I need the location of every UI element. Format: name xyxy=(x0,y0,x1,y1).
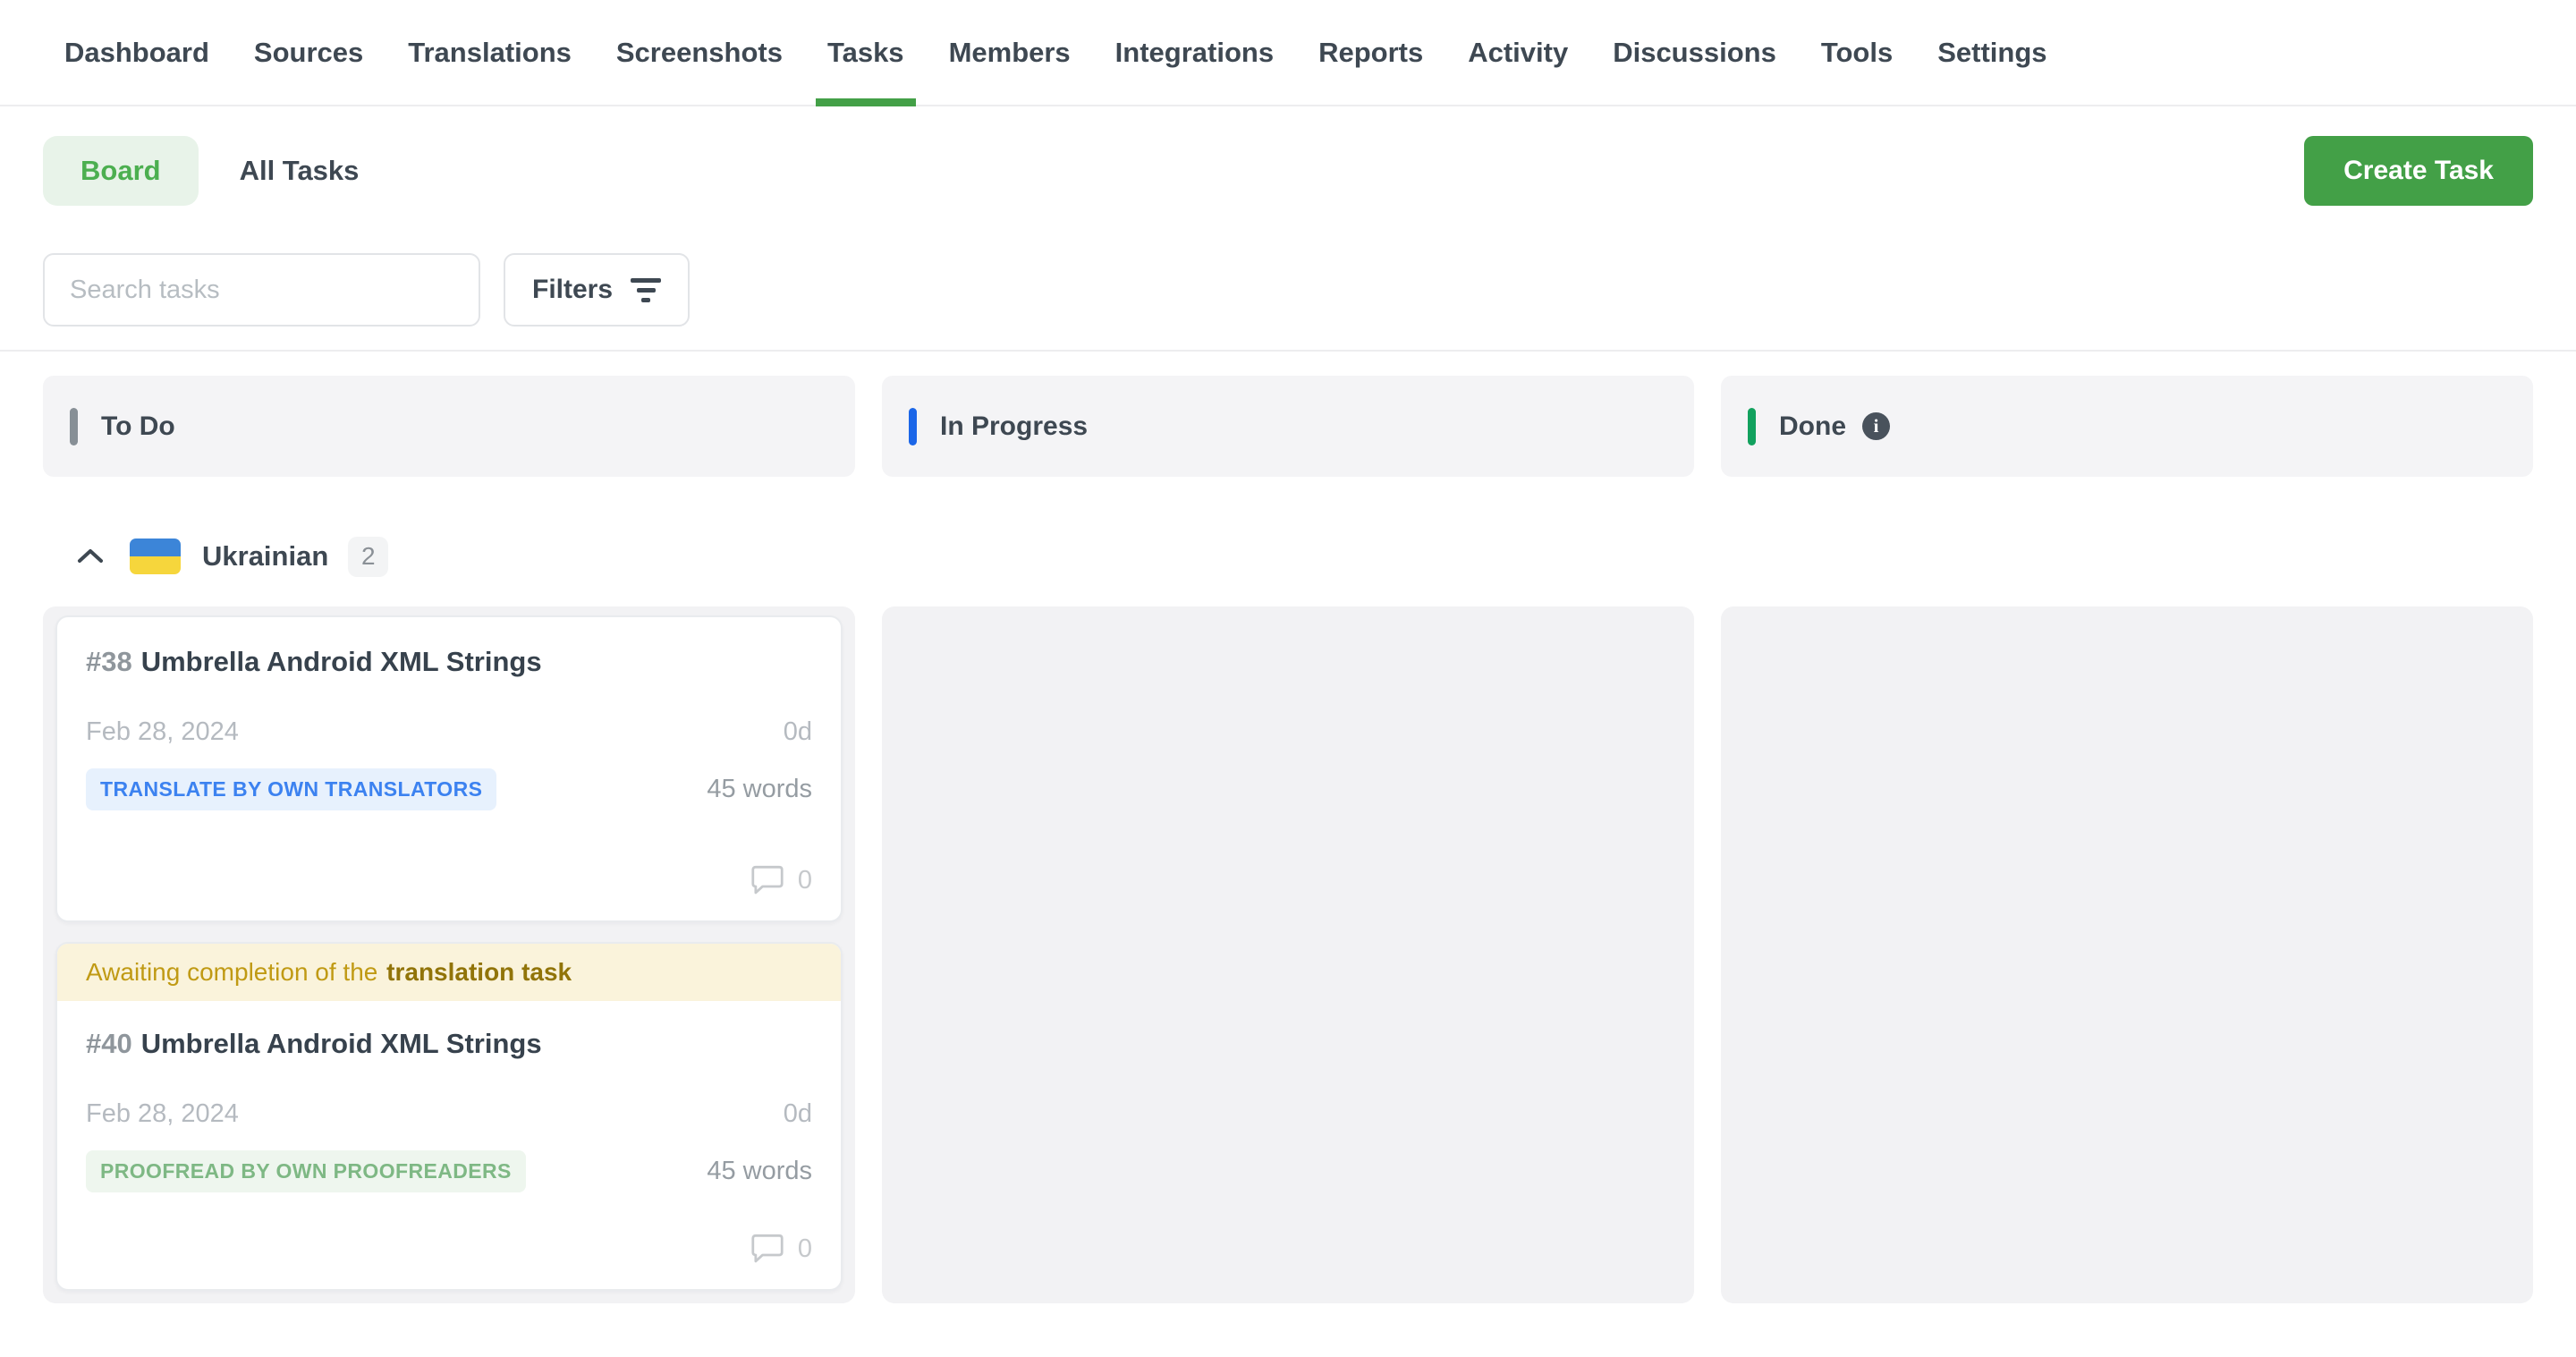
nav-item-tasks[interactable]: Tasks xyxy=(827,0,904,105)
column-title: In Progress xyxy=(940,411,1088,442)
task-count-badge: 2 xyxy=(348,537,388,577)
nav-item-settings[interactable]: Settings xyxy=(1937,0,2046,105)
filters-button[interactable]: Filters xyxy=(504,253,690,327)
nav-item-dashboard[interactable]: Dashboard xyxy=(64,0,209,105)
nav-item-translations[interactable]: Translations xyxy=(408,0,572,105)
view-tabs-row: Board All Tasks Create Task xyxy=(43,136,2533,206)
task-badge-row: TRANSLATE BY OWN TRANSLATORS 45 words xyxy=(86,768,812,810)
task-footer: 0 xyxy=(86,1234,812,1264)
filters-label: Filters xyxy=(532,275,613,305)
tab-board[interactable]: Board xyxy=(43,136,199,206)
comment-count: 0 xyxy=(798,866,812,895)
task-id: #40 xyxy=(86,1028,132,1059)
task-title-row: #38 Umbrella Android XML Strings xyxy=(86,644,812,680)
task-title: Umbrella Android XML Strings xyxy=(141,646,542,677)
info-icon[interactable]: i xyxy=(1862,412,1890,440)
task-date: Feb 28, 2024 xyxy=(86,1099,239,1129)
column-title: To Do xyxy=(101,411,175,442)
task-card[interactable]: Awaiting completion of the translation t… xyxy=(55,942,843,1291)
task-word-count: 45 words xyxy=(707,775,812,804)
workflow-step-badge: PROOFREAD BY OWN PROOFREADERS xyxy=(86,1150,526,1192)
nav-item-activity[interactable]: Activity xyxy=(1468,0,1568,105)
task-footer: 0 xyxy=(86,865,812,895)
column-header-done: Done i xyxy=(1721,376,2533,477)
top-nav: Dashboard Sources Translations Screensho… xyxy=(0,0,2576,106)
toolbar-divider xyxy=(0,350,2576,352)
task-meta-row: Feb 28, 2024 0d xyxy=(86,1099,812,1129)
column-done xyxy=(1721,606,2533,1303)
column-in-progress xyxy=(882,606,1694,1303)
nav-item-screenshots[interactable]: Screenshots xyxy=(616,0,783,105)
board-column-headers: To Do In Progress Done i xyxy=(43,376,2533,477)
task-badge-row: PROOFREAD BY OWN PROOFREADERS 45 words xyxy=(86,1150,812,1192)
create-task-button[interactable]: Create Task xyxy=(2304,136,2533,206)
notice-text: Awaiting completion of the xyxy=(86,958,377,987)
column-todo: #38 Umbrella Android XML Strings Feb 28, … xyxy=(43,606,855,1303)
filters-row: Filters xyxy=(43,253,2533,327)
filter-icon xyxy=(631,278,661,302)
task-time-left: 0d xyxy=(784,717,812,747)
nav-item-sources[interactable]: Sources xyxy=(254,0,363,105)
in-progress-status-bar-icon xyxy=(909,408,917,445)
task-word-count: 45 words xyxy=(707,1157,812,1186)
task-card[interactable]: #38 Umbrella Android XML Strings Feb 28, … xyxy=(55,615,843,922)
task-time-left: 0d xyxy=(784,1099,812,1129)
notice-task-link[interactable]: translation task xyxy=(386,958,572,987)
task-title: Umbrella Android XML Strings xyxy=(141,1028,542,1059)
task-meta-row: Feb 28, 2024 0d xyxy=(86,717,812,747)
comment-count: 0 xyxy=(798,1234,812,1264)
nav-item-reports[interactable]: Reports xyxy=(1318,0,1423,105)
done-status-bar-icon xyxy=(1748,408,1756,445)
nav-item-discussions[interactable]: Discussions xyxy=(1613,0,1776,105)
nav-item-tools[interactable]: Tools xyxy=(1821,0,1893,105)
comment-icon xyxy=(750,865,784,895)
search-input[interactable] xyxy=(43,253,480,327)
task-date: Feb 28, 2024 xyxy=(86,717,239,747)
language-group-header[interactable]: Ukrainian 2 xyxy=(43,528,2533,585)
board-body: #38 Umbrella Android XML Strings Feb 28, … xyxy=(43,606,2533,1303)
task-title-row: #40 Umbrella Android XML Strings xyxy=(86,1026,812,1062)
tab-all-tasks[interactable]: All Tasks xyxy=(240,155,360,187)
workflow-step-badge: TRANSLATE BY OWN TRANSLATORS xyxy=(86,768,496,810)
column-title: Done xyxy=(1779,411,1846,442)
ukrainian-flag-icon xyxy=(130,539,181,574)
nav-item-integrations[interactable]: Integrations xyxy=(1115,0,1274,105)
comment-icon xyxy=(750,1234,784,1264)
nav-item-members[interactable]: Members xyxy=(949,0,1071,105)
chevron-up-icon[interactable] xyxy=(76,547,105,566)
column-header-todo: To Do xyxy=(43,376,855,477)
language-group-label: Ukrainian xyxy=(202,540,328,572)
awaiting-notice-banner: Awaiting completion of the translation t… xyxy=(57,944,841,1001)
column-header-in-progress: In Progress xyxy=(882,376,1694,477)
task-id: #38 xyxy=(86,646,132,677)
todo-status-bar-icon xyxy=(70,408,78,445)
